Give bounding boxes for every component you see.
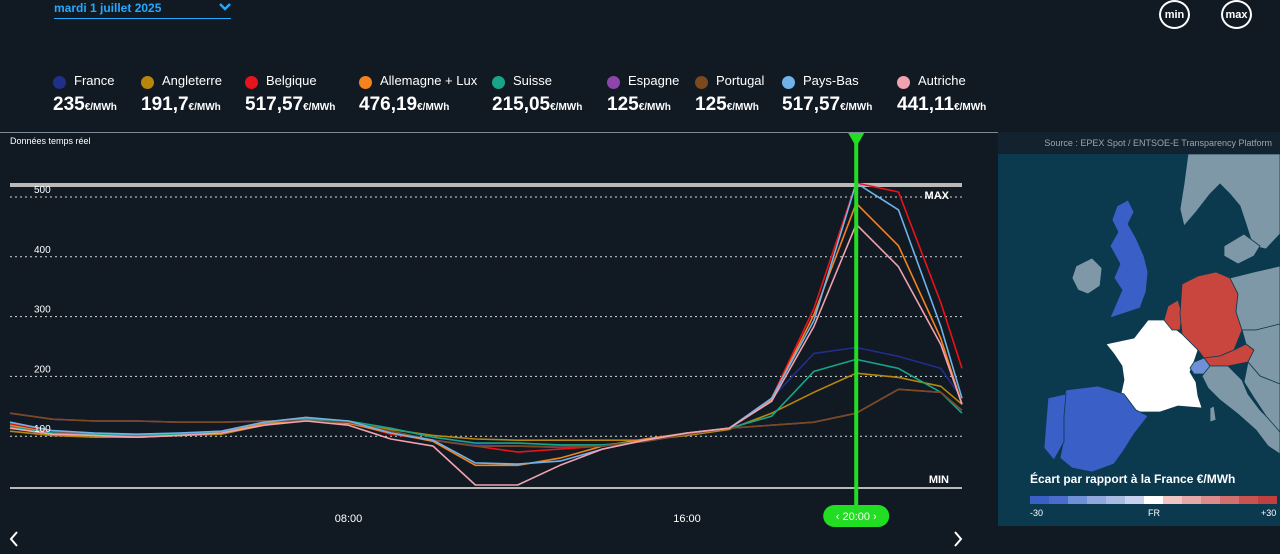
series-line-belgique — [9, 182, 963, 453]
legend-name: Portugal — [716, 73, 765, 88]
scale-max-label: +30 — [1261, 508, 1277, 518]
min-button[interactable]: min — [1159, 0, 1190, 29]
date-dropdown[interactable]: mardi 1 juillet 2025 — [54, 0, 231, 19]
y-tick-labels: 500 400 300 200 100 — [34, 185, 51, 435]
legend-value: 441,11€/MWh — [897, 94, 986, 116]
date-label: mardi 1 juillet 2025 — [54, 1, 162, 15]
next-arrow-icon[interactable] — [952, 530, 964, 548]
legend-value: 215,05€/MWh — [492, 94, 582, 116]
y-tick-label: 100 — [34, 424, 51, 435]
max-label: MAX — [925, 190, 950, 202]
legend-value: 125€/MWh — [607, 94, 671, 116]
scale-swatch — [1163, 496, 1182, 504]
time-cursor-handle[interactable] — [848, 133, 865, 147]
y-tick-label: 300 — [34, 305, 51, 316]
legend-value: 476,19€/MWh — [359, 94, 449, 116]
legend-name: Espagne — [628, 73, 680, 88]
chevron-down-icon — [219, 3, 231, 11]
legend-unit: €/MWh — [84, 102, 117, 113]
series-line-suisse — [9, 358, 963, 446]
legend-dot — [695, 76, 708, 89]
legend-name: Angleterre — [162, 73, 222, 88]
scale-mid-label: FR — [1148, 508, 1160, 518]
legend-number: 125 — [607, 94, 639, 115]
scale-swatch — [1106, 496, 1125, 504]
max-button[interactable]: max — [1221, 0, 1252, 29]
min-label: MIN — [929, 474, 949, 486]
grid: MAX MIN — [10, 183, 962, 489]
legend-unit: €/MWh — [840, 102, 873, 113]
legend-unit: €/MWh — [188, 102, 221, 113]
series-line-allemagne-lux — [9, 202, 963, 467]
scale-swatch — [1125, 496, 1144, 504]
legend-unit: €/MWh — [303, 102, 336, 113]
legend-dot — [53, 76, 66, 89]
x-tick-labels: 08:00 16:00 — [335, 513, 701, 525]
legend-name: Belgique — [266, 73, 317, 88]
legend-dot — [245, 76, 258, 89]
legend-value: 191,7€/MWh — [141, 94, 221, 116]
previous-arrow-icon[interactable] — [8, 530, 20, 548]
map-legend-title: Écart par rapport à la France €/MWh — [1030, 472, 1236, 486]
x-tick-label: 08:00 — [335, 513, 363, 525]
legend-number: 191,7 — [141, 94, 189, 115]
scale-swatch — [1049, 496, 1068, 504]
legend-unit: €/MWh — [726, 102, 759, 113]
legend-dot — [897, 76, 910, 89]
scale-swatch — [1144, 496, 1163, 504]
legend-name: Autriche — [918, 73, 966, 88]
y-tick-label: 500 — [34, 185, 51, 196]
legend-number: 215,05 — [492, 94, 551, 115]
legend-unit: €/MWh — [550, 102, 583, 113]
scale-swatch — [1239, 496, 1258, 504]
scale-swatch — [1182, 496, 1201, 504]
map-source: Source : EPEX Spot / ENTSOE-E Transparen… — [998, 132, 1280, 154]
x-tick-label: 16:00 — [673, 513, 701, 525]
legend-value: 517,57€/MWh — [782, 94, 872, 116]
max-limit-band — [10, 183, 962, 187]
y-tick-label: 400 — [34, 245, 51, 256]
legend-name: Allemagne + Lux — [380, 73, 478, 88]
series-line-france — [9, 346, 963, 447]
legend-value: 517,57€/MWh — [245, 94, 335, 116]
legend-number: 125 — [695, 94, 727, 115]
europe-map[interactable] — [998, 154, 1280, 526]
scale-swatch — [1087, 496, 1106, 504]
scale-swatch — [1258, 496, 1277, 504]
legend-number: 235 — [53, 94, 85, 115]
series-line-angleterre — [9, 372, 963, 442]
legend-dot — [359, 76, 372, 89]
series-lines — [9, 182, 963, 486]
legend-dot — [492, 76, 505, 89]
price-map-panel: Source : EPEX Spot / ENTSOE-E Transparen… — [998, 132, 1280, 526]
legend-unit: €/MWh — [954, 102, 987, 113]
legend-number: 441,11 — [897, 94, 955, 115]
scale-swatch — [1068, 496, 1087, 504]
legend-number: 517,57 — [245, 94, 304, 115]
time-cursor[interactable]: ‹ 20:00 › — [823, 133, 890, 527]
time-cursor-label: ‹ 20:00 › — [836, 511, 877, 523]
legend-name: Pays-Bas — [803, 73, 859, 88]
legend-value: 235€/MWh — [53, 94, 117, 116]
price-legend: France 235€/MWh Angleterre 191,7€/MWh Be… — [0, 70, 1010, 120]
scale-swatch — [1201, 496, 1220, 504]
legend-unit: €/MWh — [638, 102, 671, 113]
y-tick-label: 200 — [34, 364, 51, 375]
legend-unit: €/MWh — [417, 102, 450, 113]
legend-value: 125€/MWh — [695, 94, 759, 116]
legend-number: 517,57 — [782, 94, 841, 115]
scale-swatch — [1030, 496, 1049, 504]
legend-dot — [607, 76, 620, 89]
legend-name: Suisse — [513, 73, 553, 88]
scale-swatch — [1220, 496, 1239, 504]
legend-dot — [782, 76, 795, 89]
legend-number: 476,19 — [359, 94, 418, 115]
color-scale-bar — [1030, 496, 1277, 504]
legend-dot — [141, 76, 154, 89]
scale-min-label: -30 — [1030, 508, 1044, 518]
legend-name: France — [74, 73, 115, 88]
price-line-chart: MAX MIN 500 400 300 200 100 08:00 16:00 ‹ 20:0… — [9, 133, 963, 527]
